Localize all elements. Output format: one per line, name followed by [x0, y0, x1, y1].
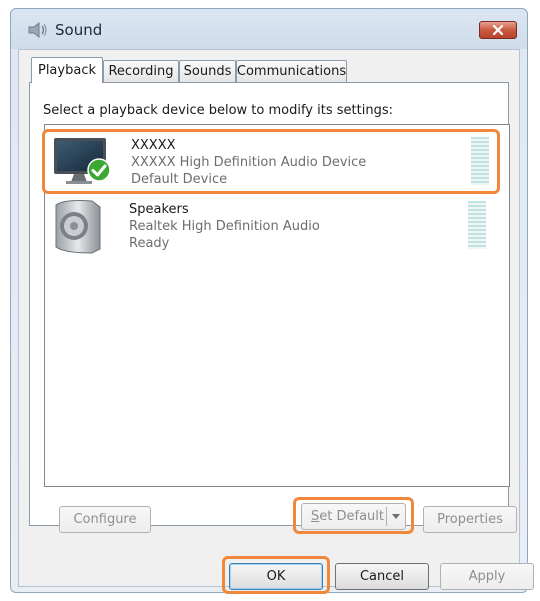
device-item-xxxxx[interactable]: XXXXX XXXXX High Definition Audio Device…: [42, 129, 500, 194]
tab-playback[interactable]: Playback: [31, 57, 103, 83]
title-bar[interactable]: Sound: [11, 9, 527, 49]
device-status: Ready: [129, 236, 170, 251]
sound-dialog: Sound Playback Recording Sounds Communic…: [10, 8, 534, 594]
speaker-icon: [28, 21, 47, 39]
chevron-down-icon[interactable]: [391, 513, 401, 520]
tab-communications[interactable]: Communications: [236, 60, 347, 82]
close-button[interactable]: [479, 21, 517, 39]
device-item-speakers[interactable]: Speakers Realtek High Definition Audio R…: [45, 195, 509, 257]
device-description: Realtek High Definition Audio: [129, 219, 320, 234]
properties-button[interactable]: Properties: [423, 506, 517, 533]
apply-button[interactable]: Apply: [440, 563, 534, 590]
device-status: Default Device: [131, 172, 228, 187]
device-list[interactable]: XXXXX XXXXX High Definition Audio Device…: [42, 124, 510, 487]
configure-button[interactable]: Configure: [59, 506, 151, 533]
set-default-label: Set Default: [311, 509, 384, 524]
device-name: XXXXX: [131, 138, 176, 153]
ok-button[interactable]: OK: [229, 563, 323, 590]
dialog-body: Playback Recording Sounds Communications…: [18, 49, 534, 594]
volume-meter: [468, 201, 486, 249]
tab-recording[interactable]: Recording: [103, 60, 179, 82]
instruction-text: Select a playback device below to modify…: [43, 103, 393, 118]
cancel-button[interactable]: Cancel: [335, 563, 429, 590]
volume-meter: [471, 137, 489, 185]
device-description: XXXXX High Definition Audio Device: [131, 155, 367, 170]
split-divider: [386, 507, 387, 526]
window-title: Sound: [55, 21, 103, 39]
device-name: Speakers: [129, 202, 189, 217]
default-check-icon: [87, 158, 111, 182]
close-icon: [492, 25, 504, 35]
speaker-device-icon: [55, 200, 101, 254]
set-default-button[interactable]: Set Default: [301, 503, 406, 530]
tab-sounds[interactable]: Sounds: [179, 60, 236, 82]
